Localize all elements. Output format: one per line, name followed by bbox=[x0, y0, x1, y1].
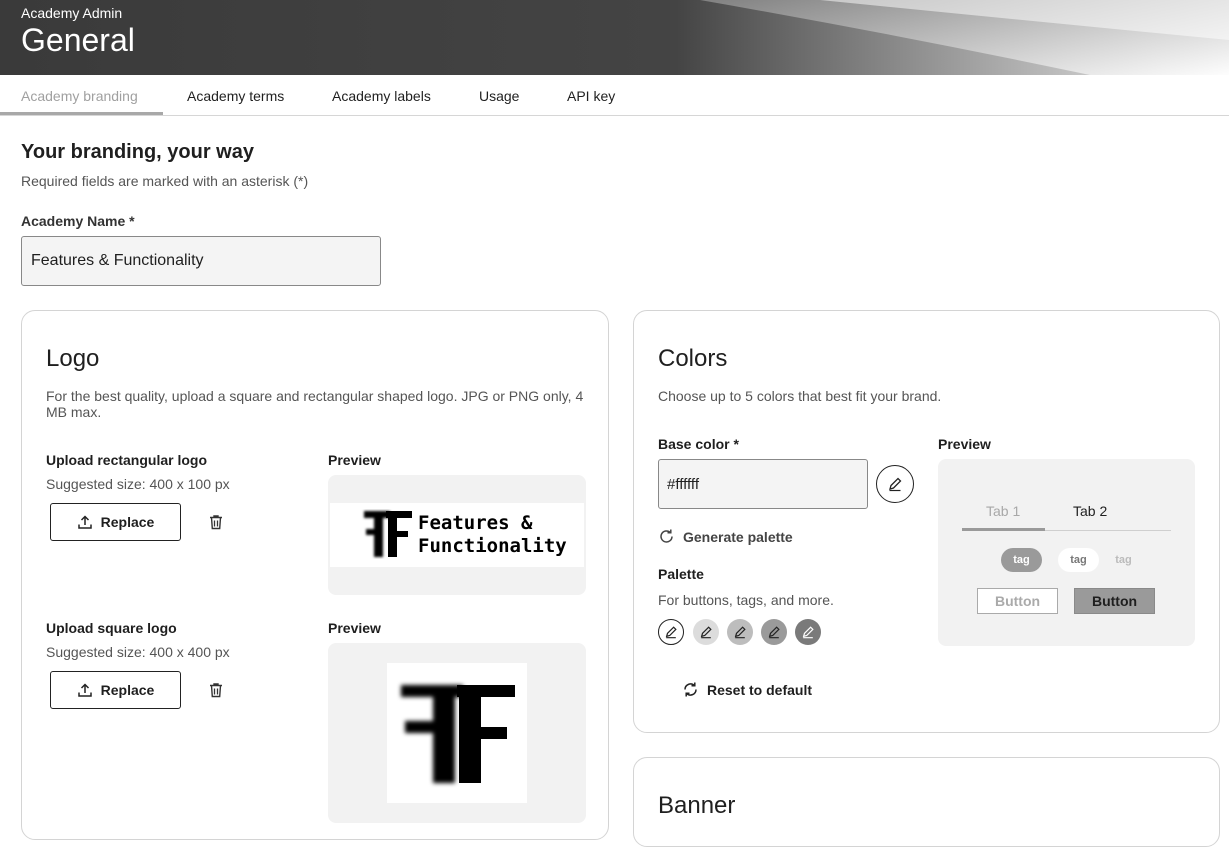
edit-base-color-button[interactable] bbox=[876, 465, 914, 503]
replace-rect-logo-button[interactable]: Replace bbox=[50, 503, 181, 541]
ff-logo-mark bbox=[364, 511, 412, 557]
rect-logo-preview: Features & Functionality bbox=[328, 475, 586, 595]
tab-api-key[interactable]: API key bbox=[567, 88, 615, 104]
rect-logo-image: Features & Functionality bbox=[330, 503, 584, 567]
generate-palette-label: Generate palette bbox=[683, 528, 793, 545]
trash-icon[interactable] bbox=[207, 513, 225, 531]
preview-tag-light: tag bbox=[1058, 548, 1099, 572]
square-logo-label: Upload square logo bbox=[46, 620, 177, 636]
banner-card-title: Banner bbox=[658, 792, 736, 819]
required-note: Required fields are marked with an aster… bbox=[21, 173, 309, 189]
base-color-input[interactable] bbox=[658, 459, 868, 509]
pencil-icon bbox=[889, 477, 902, 492]
preview-tab-2: Tab 2 bbox=[1073, 503, 1108, 519]
logo-card-description: For the best quality, upload a square an… bbox=[46, 388, 584, 420]
active-tab-indicator bbox=[0, 112, 163, 115]
generate-palette-button[interactable]: Generate palette bbox=[658, 528, 793, 545]
trash-icon[interactable] bbox=[207, 681, 225, 699]
palette-swatch-4[interactable] bbox=[761, 619, 787, 645]
section-heading: Your branding, your way bbox=[21, 141, 254, 163]
page-header: Academy Admin General bbox=[0, 0, 1229, 75]
preview-tab-1: Tab 1 bbox=[986, 503, 1021, 519]
square-logo-hint: Suggested size: 400 x 400 px bbox=[46, 644, 230, 660]
colors-card-description: Choose up to 5 colors that best fit your… bbox=[658, 388, 942, 404]
replace-label: Replace bbox=[100, 514, 155, 530]
pencil-icon bbox=[734, 626, 746, 639]
rect-logo-hint: Suggested size: 400 x 100 px bbox=[46, 476, 230, 492]
pencil-icon bbox=[700, 626, 712, 639]
academy-name-input[interactable] bbox=[21, 236, 381, 286]
preview-tab-indicator bbox=[962, 528, 1045, 531]
palette-swatch-2[interactable] bbox=[693, 619, 719, 645]
palette-swatch-1[interactable] bbox=[658, 619, 684, 645]
tab-bar: Academy branding Academy terms Academy l… bbox=[0, 75, 1229, 116]
square-logo-preview bbox=[328, 643, 586, 823]
page-title: General bbox=[21, 22, 135, 58]
pencil-icon bbox=[665, 626, 677, 639]
tab-academy-branding[interactable]: Academy branding bbox=[21, 88, 138, 104]
reset-icon bbox=[684, 682, 697, 697]
reset-label: Reset to default bbox=[707, 681, 813, 698]
rect-preview-label: Preview bbox=[328, 452, 381, 468]
header-background-graphic bbox=[0, 0, 1229, 75]
color-preview-label: Preview bbox=[938, 436, 991, 452]
square-preview-label: Preview bbox=[328, 620, 381, 636]
logo-text-line-2: Functionality bbox=[418, 535, 567, 557]
base-color-label: Base color * bbox=[658, 436, 739, 452]
palette-description: For buttons, tags, and more. bbox=[658, 592, 834, 608]
pencil-icon bbox=[768, 626, 780, 639]
logo-text-line-1: Features & bbox=[418, 512, 533, 534]
logo-card-title: Logo bbox=[46, 345, 100, 372]
tab-usage[interactable]: Usage bbox=[479, 88, 519, 104]
preview-button-filled: Button bbox=[1074, 588, 1155, 614]
palette-swatch-5[interactable] bbox=[795, 619, 821, 645]
palette-label: Palette bbox=[658, 566, 704, 582]
header-subtitle: Academy Admin bbox=[21, 5, 123, 21]
tab-academy-labels[interactable]: Academy labels bbox=[332, 88, 431, 104]
rect-logo-label: Upload rectangular logo bbox=[46, 452, 208, 468]
tab-academy-terms[interactable]: Academy terms bbox=[187, 88, 284, 104]
academy-name-label: Academy Name * bbox=[21, 213, 135, 229]
preview-tag-plain: tag bbox=[1115, 554, 1132, 566]
replace-square-logo-button[interactable]: Replace bbox=[50, 671, 181, 709]
replace-label: Replace bbox=[100, 682, 155, 698]
preview-button-outline: Button bbox=[977, 588, 1058, 614]
preview-tag-filled: tag bbox=[1001, 548, 1042, 572]
reset-to-default-button[interactable]: Reset to default bbox=[682, 681, 812, 698]
upload-icon bbox=[77, 683, 92, 697]
palette-swatch-3[interactable] bbox=[727, 619, 753, 645]
colors-card-title: Colors bbox=[658, 345, 728, 372]
color-preview-box: Tab 1 Tab 2 tag tag tag Button Button bbox=[938, 459, 1195, 646]
refresh-icon bbox=[660, 529, 673, 543]
square-logo-image bbox=[387, 663, 527, 803]
upload-icon bbox=[77, 515, 92, 529]
rect-logo-text: Features & Functionality bbox=[418, 512, 567, 558]
pencil-icon bbox=[802, 626, 814, 639]
